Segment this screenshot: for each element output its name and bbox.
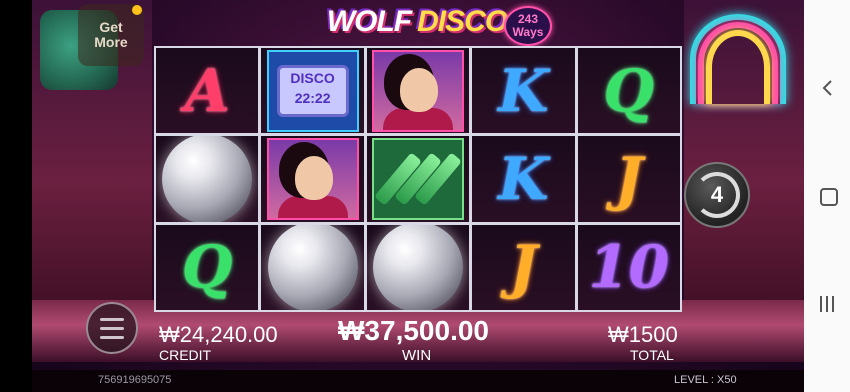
logo-word1: WOLF <box>326 5 412 38</box>
credit-label: CREDIT <box>159 347 212 363</box>
game-logo: WOLF DISCO <box>322 2 512 42</box>
reel-3-row-3 <box>366 224 470 310</box>
game-screen: Get More WOLF DISCO 243 Ways A DISCO 22:… <box>32 0 804 392</box>
level-label: LEVEL : <box>674 374 714 386</box>
ways-badge: 243 Ways <box>504 6 552 46</box>
square-icon[interactable] <box>820 188 838 206</box>
reel-4-row-1: K <box>472 48 575 134</box>
reel-4-row-3: J <box>472 224 575 310</box>
reel-3-row-2 <box>366 136 470 222</box>
three-bars-icon[interactable] <box>818 296 836 314</box>
hamburger-menu-icon <box>100 317 124 321</box>
reel-1-row-1: A <box>156 48 259 134</box>
notification-dot <box>132 5 142 15</box>
get-more-line1: Get <box>99 19 123 35</box>
reel-5-row-3: 10 <box>577 224 680 310</box>
total-bet-value[interactable]: ₩1500 <box>608 322 678 348</box>
bottles-symbol <box>371 137 464 220</box>
android-nav-bar <box>804 0 850 392</box>
symbol-q: Q <box>603 56 655 125</box>
disco-sign-symbol: DISCO 22:22 <box>266 49 359 132</box>
reel-1-row-2 <box>156 136 259 222</box>
session-id: 756919695075 <box>98 374 172 386</box>
symbol-q: Q <box>181 233 233 302</box>
total-bet-label: TOTAL <box>630 347 674 363</box>
dancer-symbol <box>266 137 359 220</box>
win-label: WIN <box>402 347 432 364</box>
symbol-10: 10 <box>588 233 670 302</box>
symbol-a: A <box>184 56 230 125</box>
replay-arrow-icon <box>694 172 740 218</box>
reel-2-row-2 <box>261 136 364 222</box>
win-value: ₩37,500.00 <box>338 315 489 346</box>
reel-5-row-2: J <box>577 136 680 222</box>
disco-sign-line2: 22:22 <box>294 89 331 106</box>
reel-grid: A DISCO 22:22 K Q K J Q J 10 <box>154 46 682 312</box>
symbol-k: K <box>498 56 549 125</box>
reel-2-row-1: DISCO 22:22 <box>261 48 364 134</box>
disco-sign-screen: DISCO 22:22 <box>276 64 349 117</box>
disco-ball-symbol <box>267 224 358 310</box>
hamburger-menu-icon <box>100 326 124 330</box>
logo-word2: DISCO <box>417 5 508 38</box>
spin-button[interactable]: 4 <box>684 162 750 228</box>
credit-value: ₩24,240.00 <box>159 322 278 347</box>
level-indicator: LEVEL : X50 <box>674 374 737 386</box>
reel-2-row-3 <box>261 224 364 310</box>
neon-arch-core <box>706 30 770 104</box>
menu-button[interactable] <box>86 302 138 354</box>
reel-4-row-2: K <box>472 136 575 222</box>
reel-3-row-1 <box>366 48 470 134</box>
level-value: X50 <box>717 374 737 386</box>
disco-ball-symbol <box>162 136 253 222</box>
disco-ball-symbol <box>372 224 463 310</box>
dancer-face <box>294 155 333 200</box>
dancer-symbol <box>371 49 464 132</box>
reel-1-row-3: Q <box>156 224 259 310</box>
reel-5-row-1: Q <box>577 48 680 134</box>
ways-label: Ways <box>512 25 544 39</box>
symbol-k: K <box>498 144 549 213</box>
chevron-left-icon[interactable] <box>818 78 838 98</box>
get-more-line2: More <box>94 34 128 50</box>
symbol-j: J <box>509 233 538 302</box>
hamburger-menu-icon <box>100 335 124 339</box>
dancer-face <box>399 67 438 112</box>
symbol-j: J <box>615 144 643 213</box>
disco-sign-line1: DISCO <box>290 69 335 86</box>
